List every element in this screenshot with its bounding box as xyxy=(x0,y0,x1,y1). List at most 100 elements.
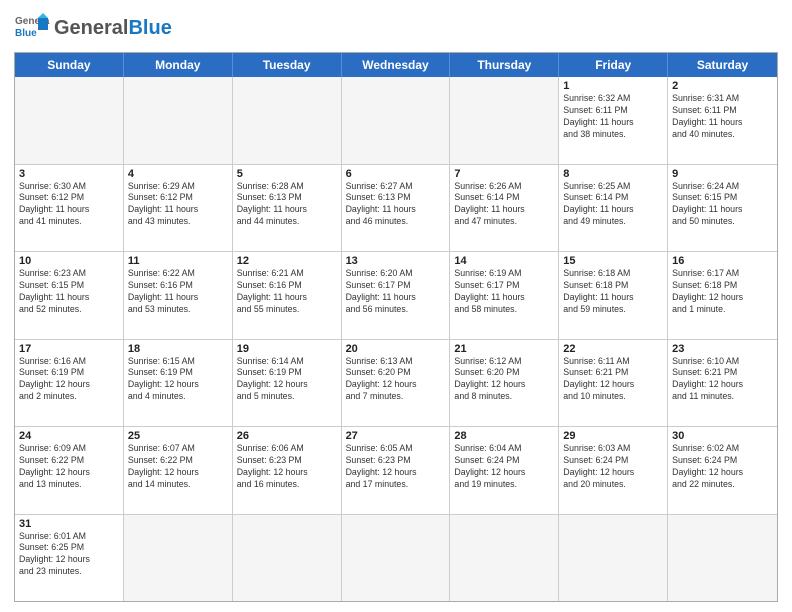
calendar-cell-1-3: 6Sunrise: 6:27 AM Sunset: 6:13 PM Daylig… xyxy=(342,165,451,252)
day-info: Sunrise: 6:02 AM Sunset: 6:24 PM Dayligh… xyxy=(672,443,773,491)
day-number: 11 xyxy=(128,255,228,267)
calendar-cell-4-6: 30Sunrise: 6:02 AM Sunset: 6:24 PM Dayli… xyxy=(668,427,777,514)
calendar-cell-5-1 xyxy=(124,515,233,602)
calendar-row-5: 31Sunrise: 6:01 AM Sunset: 6:25 PM Dayli… xyxy=(15,514,777,602)
day-info: Sunrise: 6:31 AM Sunset: 6:11 PM Dayligh… xyxy=(672,93,773,141)
day-info: Sunrise: 6:17 AM Sunset: 6:18 PM Dayligh… xyxy=(672,268,773,316)
day-number: 1 xyxy=(563,80,663,92)
logo-svg: General Blue xyxy=(14,10,50,46)
calendar-body: 1Sunrise: 6:32 AM Sunset: 6:11 PM Daylig… xyxy=(15,77,777,601)
day-number: 24 xyxy=(19,430,119,442)
day-info: Sunrise: 6:15 AM Sunset: 6:19 PM Dayligh… xyxy=(128,356,228,404)
calendar-cell-3-3: 20Sunrise: 6:13 AM Sunset: 6:20 PM Dayli… xyxy=(342,340,451,427)
header-day-monday: Monday xyxy=(124,53,233,77)
calendar-cell-4-5: 29Sunrise: 6:03 AM Sunset: 6:24 PM Dayli… xyxy=(559,427,668,514)
calendar-cell-0-1 xyxy=(124,77,233,164)
calendar-cell-3-2: 19Sunrise: 6:14 AM Sunset: 6:19 PM Dayli… xyxy=(233,340,342,427)
calendar-row-3: 17Sunrise: 6:16 AM Sunset: 6:19 PM Dayli… xyxy=(15,339,777,427)
day-number: 21 xyxy=(454,343,554,355)
calendar-cell-1-6: 9Sunrise: 6:24 AM Sunset: 6:15 PM Daylig… xyxy=(668,165,777,252)
header-day-friday: Friday xyxy=(559,53,668,77)
calendar-row-1: 3Sunrise: 6:30 AM Sunset: 6:12 PM Daylig… xyxy=(15,164,777,252)
day-number: 12 xyxy=(237,255,337,267)
day-number: 28 xyxy=(454,430,554,442)
day-info: Sunrise: 6:24 AM Sunset: 6:15 PM Dayligh… xyxy=(672,181,773,229)
calendar-cell-0-2 xyxy=(233,77,342,164)
calendar-cell-0-3 xyxy=(342,77,451,164)
header-day-sunday: Sunday xyxy=(15,53,124,77)
day-info: Sunrise: 6:13 AM Sunset: 6:20 PM Dayligh… xyxy=(346,356,446,404)
day-number: 26 xyxy=(237,430,337,442)
day-info: Sunrise: 6:14 AM Sunset: 6:19 PM Dayligh… xyxy=(237,356,337,404)
calendar: SundayMondayTuesdayWednesdayThursdayFrid… xyxy=(14,52,778,602)
calendar-cell-4-1: 25Sunrise: 6:07 AM Sunset: 6:22 PM Dayli… xyxy=(124,427,233,514)
logo-text: GeneralBlue xyxy=(54,18,172,38)
day-info: Sunrise: 6:04 AM Sunset: 6:24 PM Dayligh… xyxy=(454,443,554,491)
calendar-cell-2-2: 12Sunrise: 6:21 AM Sunset: 6:16 PM Dayli… xyxy=(233,252,342,339)
day-number: 2 xyxy=(672,80,773,92)
header: General Blue GeneralBlue xyxy=(14,10,778,46)
calendar-cell-2-5: 15Sunrise: 6:18 AM Sunset: 6:18 PM Dayli… xyxy=(559,252,668,339)
day-number: 5 xyxy=(237,168,337,180)
calendar-cell-5-3 xyxy=(342,515,451,602)
day-info: Sunrise: 6:30 AM Sunset: 6:12 PM Dayligh… xyxy=(19,181,119,229)
day-info: Sunrise: 6:26 AM Sunset: 6:14 PM Dayligh… xyxy=(454,181,554,229)
calendar-cell-4-2: 26Sunrise: 6:06 AM Sunset: 6:23 PM Dayli… xyxy=(233,427,342,514)
day-info: Sunrise: 6:03 AM Sunset: 6:24 PM Dayligh… xyxy=(563,443,663,491)
day-number: 3 xyxy=(19,168,119,180)
day-info: Sunrise: 6:23 AM Sunset: 6:15 PM Dayligh… xyxy=(19,268,119,316)
header-day-thursday: Thursday xyxy=(450,53,559,77)
calendar-cell-1-0: 3Sunrise: 6:30 AM Sunset: 6:12 PM Daylig… xyxy=(15,165,124,252)
calendar-cell-2-1: 11Sunrise: 6:22 AM Sunset: 6:16 PM Dayli… xyxy=(124,252,233,339)
day-number: 19 xyxy=(237,343,337,355)
day-info: Sunrise: 6:22 AM Sunset: 6:16 PM Dayligh… xyxy=(128,268,228,316)
calendar-cell-2-0: 10Sunrise: 6:23 AM Sunset: 6:15 PM Dayli… xyxy=(15,252,124,339)
calendar-row-0: 1Sunrise: 6:32 AM Sunset: 6:11 PM Daylig… xyxy=(15,77,777,164)
calendar-cell-0-0 xyxy=(15,77,124,164)
calendar-cell-3-0: 17Sunrise: 6:16 AM Sunset: 6:19 PM Dayli… xyxy=(15,340,124,427)
day-info: Sunrise: 6:20 AM Sunset: 6:17 PM Dayligh… xyxy=(346,268,446,316)
day-number: 13 xyxy=(346,255,446,267)
calendar-header: SundayMondayTuesdayWednesdayThursdayFrid… xyxy=(15,53,777,77)
day-number: 15 xyxy=(563,255,663,267)
day-number: 7 xyxy=(454,168,554,180)
calendar-cell-1-1: 4Sunrise: 6:29 AM Sunset: 6:12 PM Daylig… xyxy=(124,165,233,252)
day-number: 18 xyxy=(128,343,228,355)
calendar-cell-5-2 xyxy=(233,515,342,602)
calendar-cell-4-4: 28Sunrise: 6:04 AM Sunset: 6:24 PM Dayli… xyxy=(450,427,559,514)
day-info: Sunrise: 6:11 AM Sunset: 6:21 PM Dayligh… xyxy=(563,356,663,404)
calendar-cell-2-3: 13Sunrise: 6:20 AM Sunset: 6:17 PM Dayli… xyxy=(342,252,451,339)
calendar-cell-5-6 xyxy=(668,515,777,602)
day-info: Sunrise: 6:07 AM Sunset: 6:22 PM Dayligh… xyxy=(128,443,228,491)
day-number: 27 xyxy=(346,430,446,442)
day-info: Sunrise: 6:25 AM Sunset: 6:14 PM Dayligh… xyxy=(563,181,663,229)
calendar-cell-0-5: 1Sunrise: 6:32 AM Sunset: 6:11 PM Daylig… xyxy=(559,77,668,164)
calendar-cell-1-5: 8Sunrise: 6:25 AM Sunset: 6:14 PM Daylig… xyxy=(559,165,668,252)
day-info: Sunrise: 6:27 AM Sunset: 6:13 PM Dayligh… xyxy=(346,181,446,229)
day-number: 8 xyxy=(563,168,663,180)
calendar-cell-3-5: 22Sunrise: 6:11 AM Sunset: 6:21 PM Dayli… xyxy=(559,340,668,427)
calendar-cell-5-0: 31Sunrise: 6:01 AM Sunset: 6:25 PM Dayli… xyxy=(15,515,124,602)
calendar-row-4: 24Sunrise: 6:09 AM Sunset: 6:22 PM Dayli… xyxy=(15,426,777,514)
day-info: Sunrise: 6:16 AM Sunset: 6:19 PM Dayligh… xyxy=(19,356,119,404)
calendar-cell-5-5 xyxy=(559,515,668,602)
svg-text:Blue: Blue xyxy=(15,28,37,39)
page: General Blue GeneralBlue SundayMondayTue… xyxy=(0,0,792,612)
day-number: 4 xyxy=(128,168,228,180)
day-info: Sunrise: 6:19 AM Sunset: 6:17 PM Dayligh… xyxy=(454,268,554,316)
day-number: 10 xyxy=(19,255,119,267)
day-info: Sunrise: 6:06 AM Sunset: 6:23 PM Dayligh… xyxy=(237,443,337,491)
calendar-cell-3-1: 18Sunrise: 6:15 AM Sunset: 6:19 PM Dayli… xyxy=(124,340,233,427)
day-info: Sunrise: 6:12 AM Sunset: 6:20 PM Dayligh… xyxy=(454,356,554,404)
header-day-tuesday: Tuesday xyxy=(233,53,342,77)
day-number: 16 xyxy=(672,255,773,267)
day-number: 22 xyxy=(563,343,663,355)
calendar-cell-0-6: 2Sunrise: 6:31 AM Sunset: 6:11 PM Daylig… xyxy=(668,77,777,164)
logo: General Blue GeneralBlue xyxy=(14,10,172,46)
calendar-cell-5-4 xyxy=(450,515,559,602)
calendar-cell-4-3: 27Sunrise: 6:05 AM Sunset: 6:23 PM Dayli… xyxy=(342,427,451,514)
day-number: 31 xyxy=(19,518,119,530)
day-number: 30 xyxy=(672,430,773,442)
calendar-cell-3-4: 21Sunrise: 6:12 AM Sunset: 6:20 PM Dayli… xyxy=(450,340,559,427)
day-number: 6 xyxy=(346,168,446,180)
